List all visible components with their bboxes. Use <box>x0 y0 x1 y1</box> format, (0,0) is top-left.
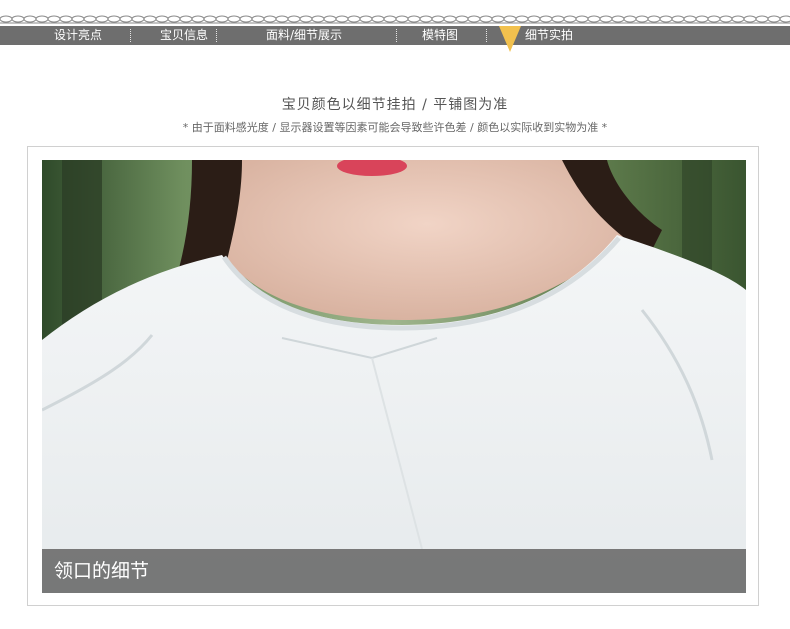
chain-link <box>767 15 781 23</box>
nav-separator <box>486 29 487 42</box>
chain-link <box>455 15 469 23</box>
chain-link <box>155 15 169 23</box>
color-disclaimer: * 由于面料感光度 / 显示器设置等因素可能会导致些许色差 / 颜色以实际收到实… <box>182 121 608 134</box>
chain-link <box>0 15 13 23</box>
chain-link <box>719 15 733 23</box>
chain-link <box>251 15 265 23</box>
chain-link <box>143 15 157 23</box>
chain-link <box>623 15 637 23</box>
chain-link <box>431 15 445 23</box>
active-nav-marker-icon <box>499 26 521 52</box>
photo-caption: 领口的细节 <box>54 560 150 582</box>
section-nav-bar: 设计亮点 宝贝信息 面料/细节展示 模特图 细节实拍 <box>0 26 790 45</box>
chain-link <box>179 15 193 23</box>
chain-link <box>515 15 529 23</box>
chain-link <box>539 15 553 23</box>
chain-link <box>551 15 565 23</box>
chain-link <box>311 15 325 23</box>
chain-link <box>707 15 721 23</box>
chain-link <box>395 15 409 23</box>
chain-link <box>35 15 49 23</box>
chain-link <box>695 15 709 23</box>
nav-separator <box>396 29 397 42</box>
chain-link <box>563 15 577 23</box>
chain-link <box>731 15 745 23</box>
chain-link <box>11 15 25 23</box>
chain-link <box>467 15 481 23</box>
chain-link <box>239 15 253 23</box>
chain-link <box>671 15 685 23</box>
chain-link <box>419 15 433 23</box>
chain-link <box>635 15 649 23</box>
chain-link <box>47 15 61 23</box>
chain-link <box>119 15 133 23</box>
chain-link <box>359 15 373 23</box>
chain-link <box>215 15 229 23</box>
chain-link <box>683 15 697 23</box>
chain-link <box>371 15 385 23</box>
chain-link <box>263 15 277 23</box>
chain-link <box>479 15 493 23</box>
nav-separator <box>130 29 131 42</box>
nav-item-product-info[interactable]: 宝贝信息 <box>160 26 208 45</box>
chain-link <box>191 15 205 23</box>
chain-link <box>71 15 85 23</box>
chain-link <box>443 15 457 23</box>
chain-link <box>587 15 601 23</box>
chain-link <box>131 15 145 23</box>
chain-link <box>779 15 790 23</box>
chain-link <box>335 15 349 23</box>
chain-link <box>203 15 217 23</box>
chain-link <box>527 15 541 23</box>
chain-link <box>323 15 337 23</box>
chain-link <box>743 15 757 23</box>
chain-link <box>407 15 421 23</box>
nav-item-fabric-details[interactable]: 面料/细节展示 <box>266 26 342 45</box>
chain-link <box>167 15 181 23</box>
chain-link <box>383 15 397 23</box>
chain-link <box>59 15 73 23</box>
nav-item-detail-shots[interactable]: 细节实拍 <box>525 26 573 45</box>
section-heading: 宝贝颜色以细节挂拍 / 平铺图为准 <box>281 97 509 113</box>
chain-link <box>287 15 301 23</box>
chain-link <box>575 15 589 23</box>
chain-link <box>491 15 505 23</box>
chain-link <box>659 15 673 23</box>
chain-link <box>95 15 109 23</box>
nav-item-model-photos[interactable]: 模特图 <box>422 26 458 45</box>
chain-link <box>755 15 769 23</box>
chain-link <box>83 15 97 23</box>
chain-link <box>23 15 37 23</box>
chain-link <box>227 15 241 23</box>
chain-link <box>347 15 361 23</box>
chain-border-decoration <box>0 15 790 24</box>
chain-link <box>599 15 613 23</box>
chain-link <box>299 15 313 23</box>
nav-separator <box>216 29 217 42</box>
photo-caption-bar: 领口的细节 <box>42 549 746 593</box>
chain-link <box>275 15 289 23</box>
neckline-detail-photo <box>42 160 746 593</box>
chain-link <box>647 15 661 23</box>
nav-item-design-highlights[interactable]: 设计亮点 <box>54 26 102 45</box>
chain-link <box>503 15 517 23</box>
chain-link <box>107 15 121 23</box>
chain-link <box>611 15 625 23</box>
